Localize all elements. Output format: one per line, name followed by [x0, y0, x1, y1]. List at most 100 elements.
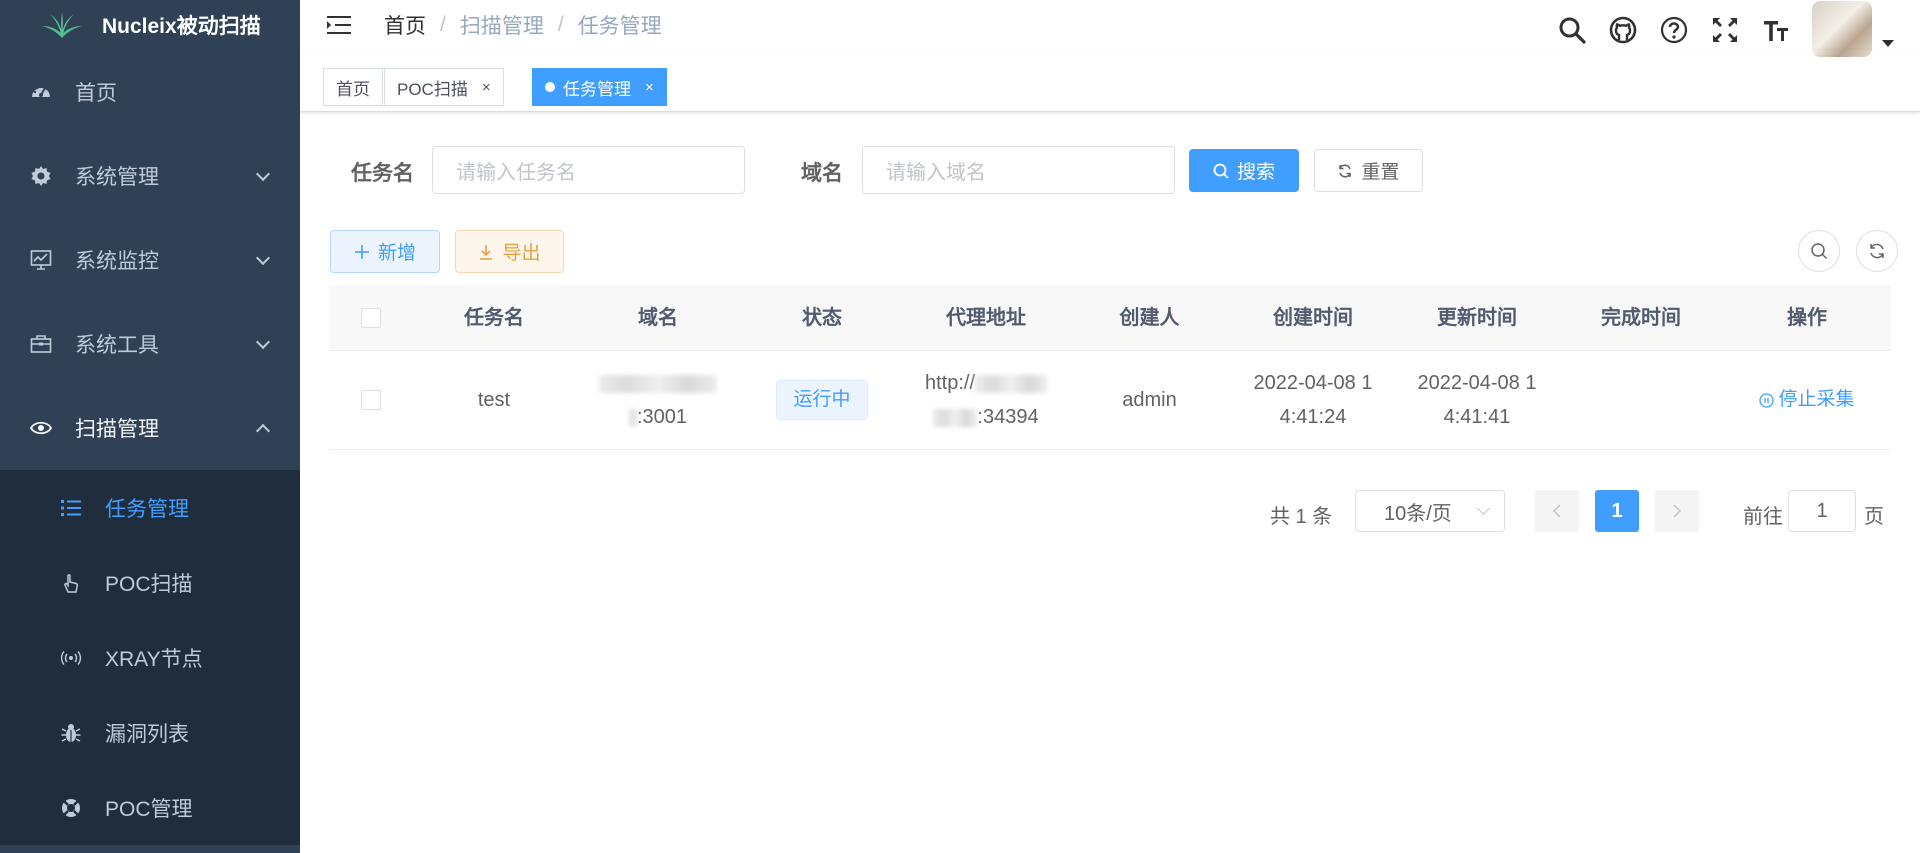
logo-icon: [42, 12, 82, 38]
status-badge: 运行中: [776, 380, 868, 420]
goto-page-input[interactable]: 1: [1788, 490, 1856, 532]
header-checkbox-cell: [329, 307, 412, 328]
eye-icon: [30, 417, 52, 439]
tag-home[interactable]: 首页: [323, 68, 383, 106]
help-icon[interactable]: [1659, 15, 1689, 45]
avatar[interactable]: [1812, 1, 1872, 57]
list-icon: [60, 497, 82, 519]
sidebar-item-system-tools[interactable]: 系统工具: [0, 302, 300, 386]
column-header: 操作: [1787, 306, 1827, 329]
reset-button[interactable]: 重置: [1314, 149, 1423, 192]
column-header: 域名: [638, 306, 678, 329]
task-table: 任务名 域名 状态 代理地址 创建人 创建时间 更新时间 完成时间 操作 tes…: [329, 285, 1891, 450]
search-icon[interactable]: [1557, 15, 1587, 45]
sidebar-item-label: 系统工具: [75, 334, 159, 357]
domain-cell: :3001: [576, 366, 740, 434]
pause-circle-icon: [1759, 392, 1775, 408]
chevron-down-icon: [255, 334, 271, 350]
export-button-label: 导出: [502, 243, 541, 264]
proxy-cell: http:// :34394: [904, 366, 1068, 434]
created-time-cell: 2022-04-08 1 4:41:24: [1231, 366, 1395, 434]
page-number-button[interactable]: 1: [1595, 490, 1639, 532]
add-button[interactable]: 新增: [330, 230, 440, 273]
tag-poc-scan[interactable]: POC扫描 ×: [384, 68, 504, 106]
task-name-input[interactable]: 请输入任务名: [432, 146, 745, 194]
sidebar: Nucleix被动扫描 首页 系统管理 系统监控 系统工具 扫描管理 任务管理 …: [0, 0, 300, 853]
sidebar-item-label: 首页: [75, 82, 117, 105]
export-button[interactable]: 导出: [455, 230, 564, 273]
updated-time-line: 2022-04-08 1: [1417, 372, 1537, 394]
task-name-label: 任务名: [351, 162, 414, 185]
action-cell: 停止采集: [1723, 383, 1891, 417]
sidebar-item-scan-management[interactable]: 扫描管理: [0, 386, 300, 470]
sidebar-item-label: 系统管理: [75, 166, 159, 189]
pagination-total: 共 1 条: [1270, 506, 1333, 528]
page-suffix-label: 页: [1864, 506, 1884, 528]
toggle-search-button[interactable]: [1798, 230, 1840, 272]
sidebar-item-task-management[interactable]: 任务管理: [0, 470, 300, 545]
status-cell: 运行中: [740, 380, 904, 420]
column-header: 更新时间: [1437, 306, 1517, 329]
tag-task-management[interactable]: 任务管理 ×: [532, 68, 667, 106]
chevron-right-icon: [1673, 504, 1682, 518]
row-checkbox[interactable]: [360, 390, 381, 410]
prev-page-button[interactable]: [1535, 490, 1579, 532]
download-icon: [478, 244, 494, 260]
sidebar-item-vuln-list[interactable]: 漏洞列表: [0, 695, 300, 770]
tag-label: 任务管理: [563, 79, 631, 99]
sidebar-item-label: 漏洞列表: [105, 722, 189, 746]
breadcrumb-separator: /: [557, 13, 564, 36]
proxy-port: :34394: [977, 406, 1039, 428]
sidebar-item-poc-scan[interactable]: POC扫描: [0, 545, 300, 620]
scan-submenu: 任务管理 POC扫描 XRAY节点 漏洞列表 POC管理: [0, 470, 300, 845]
hamburger-icon[interactable]: [324, 10, 354, 40]
reset-button-label: 重置: [1361, 162, 1400, 183]
breadcrumb-scan-management: 扫描管理: [459, 15, 544, 38]
logo[interactable]: Nucleix被动扫描: [0, 0, 300, 50]
column-header: 完成时间: [1601, 306, 1681, 329]
refresh-icon: [1337, 163, 1353, 179]
stop-collect-link[interactable]: 停止采集: [1759, 383, 1855, 417]
sidebar-item-label: 扫描管理: [75, 418, 159, 441]
active-dot-icon: [545, 82, 555, 92]
tag-label: 首页: [336, 79, 370, 99]
sidebar-item-label: 任务管理: [105, 497, 189, 521]
sidebar-item-label: POC管理: [105, 797, 193, 821]
domain-label: 域名: [801, 162, 843, 185]
stop-collect-label: 停止采集: [1778, 389, 1855, 410]
add-button-label: 新增: [377, 243, 416, 264]
proxy-scheme: http://: [924, 372, 976, 394]
sidebar-item-system-monitor[interactable]: 系统监控: [0, 218, 300, 302]
page-size-select[interactable]: 10条/页: [1355, 490, 1505, 532]
close-icon[interactable]: ×: [645, 79, 654, 96]
table-row[interactable]: test :3001 运行中 http:// :34394 admin 2022…: [329, 351, 1891, 450]
gear-icon: [30, 165, 52, 187]
sidebar-item-system-management[interactable]: 系统管理: [0, 134, 300, 218]
github-icon[interactable]: [1608, 15, 1638, 45]
created-time-line: 4:41:24: [1279, 406, 1347, 428]
monitor-icon: [30, 249, 52, 271]
tags-view: 首页 POC扫描 × 任务管理 ×: [300, 50, 1920, 112]
sidebar-item-home[interactable]: 首页: [0, 50, 300, 134]
caret-down-icon[interactable]: [1882, 39, 1894, 47]
bug-icon: [60, 722, 82, 744]
column-header: 代理地址: [946, 306, 1026, 329]
breadcrumb-home[interactable]: 首页: [384, 10, 426, 40]
select-all-checkbox[interactable]: [360, 307, 381, 328]
column-header: 状态: [802, 306, 842, 329]
close-icon[interactable]: ×: [482, 79, 491, 96]
refresh-table-button[interactable]: [1856, 230, 1898, 272]
sidebar-item-xray-nodes[interactable]: XRAY节点: [0, 620, 300, 695]
sidebar-item-label: POC扫描: [105, 572, 193, 596]
navbar: 首页 / 扫描管理 / 任务管理: [300, 0, 1920, 57]
domain-input[interactable]: 请输入域名: [862, 146, 1175, 194]
domain-port: :3001: [636, 406, 688, 428]
lifebuoy-icon: [60, 797, 82, 819]
redacted-text: [599, 374, 717, 393]
sidebar-item-poc-management[interactable]: POC管理: [0, 770, 300, 845]
next-page-button[interactable]: [1655, 490, 1699, 532]
goto-label: 前往: [1743, 506, 1783, 528]
text-size-icon[interactable]: [1761, 15, 1791, 45]
fullscreen-icon[interactable]: [1710, 15, 1740, 45]
search-button[interactable]: 搜索: [1189, 149, 1299, 192]
